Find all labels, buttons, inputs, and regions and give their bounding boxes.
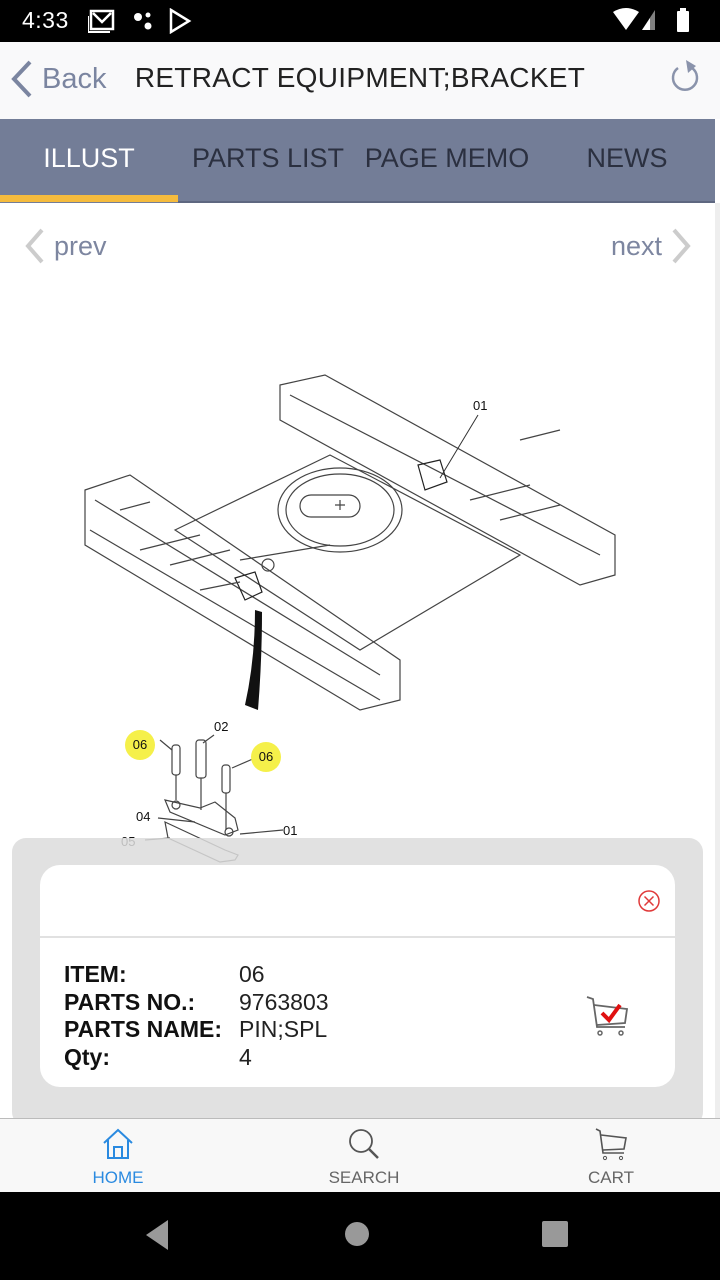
close-icon[interactable] — [637, 889, 661, 913]
chevron-right-icon — [672, 228, 691, 264]
status-bar: 4:33 — [0, 0, 720, 42]
callout-01[interactable]: 01 — [283, 823, 297, 838]
prev-label: prev — [54, 230, 107, 261]
callout-01[interactable]: 01 — [473, 398, 487, 413]
chevron-left-icon — [25, 228, 44, 264]
parts-illustration[interactable]: 01 02 04 05 06 06 01 — [0, 360, 720, 870]
scrollbar[interactable] — [715, 203, 720, 1118]
nav-search[interactable]: SEARCH — [294, 1127, 434, 1188]
system-nav-bar — [0, 1192, 720, 1280]
nav-search-label: SEARCH — [328, 1168, 400, 1187]
qty-label: Qty: — [64, 1043, 110, 1070]
page-title: RETRACT EQUIPMENT;BRACKET — [134, 62, 586, 93]
callout-04[interactable]: 04 — [136, 809, 150, 824]
detail-row-parts-no: PARTS NO.: 9763803 — [64, 989, 329, 1017]
detail-row-item: ITEM: 06 — [64, 961, 329, 989]
qty-value: 4 — [239, 1043, 252, 1070]
refresh-icon[interactable] — [668, 58, 702, 96]
nav-home-label: HOME — [92, 1168, 144, 1187]
tab-illust[interactable]: ILLUST — [0, 119, 178, 203]
battery-icon — [677, 8, 689, 32]
prev-button[interactable]: prev — [24, 228, 107, 264]
callout-02[interactable]: 02 — [214, 719, 228, 734]
status-time: 4:33 — [22, 7, 69, 33]
system-home-icon[interactable] — [343, 1220, 371, 1248]
tab-parts-list[interactable]: PARTS LIST — [178, 119, 358, 203]
parts-no-value: 9763803 — [239, 988, 329, 1015]
popup-header — [40, 865, 675, 938]
item-label: ITEM: — [64, 961, 127, 987]
add-to-cart-icon[interactable] — [585, 993, 631, 1037]
bottom-nav: HOME SEARCH CART — [0, 1118, 720, 1192]
cart-icon — [595, 1128, 627, 1161]
parts-name-label: PARTS NAME: — [64, 1016, 223, 1042]
home-icon — [103, 1128, 133, 1159]
tab-page-memo[interactable]: PAGE MEMO — [358, 119, 536, 203]
item-value: 06 — [239, 961, 265, 987]
nav-home[interactable]: HOME — [48, 1127, 188, 1188]
detail-row-parts-name: PARTS NAME: PIN;SPL — [64, 1016, 329, 1044]
system-recents-icon[interactable] — [540, 1219, 570, 1249]
callout-06-highlighted[interactable]: 06 — [251, 742, 281, 772]
next-button[interactable]: next — [611, 228, 692, 264]
app-bar: Back RETRACT EQUIPMENT;BRACKET — [0, 42, 720, 119]
parts-no-label: PARTS NO.: — [64, 988, 196, 1015]
gmail-icon — [88, 9, 115, 33]
search-icon — [349, 1129, 379, 1159]
part-details: ITEM: 06 PARTS NO.: 9763803 PARTS NAME: PIN… — [64, 961, 329, 1071]
part-info-popup: ITEM: 06 PARTS NO.: 9763803 PARTS NAME: PIN… — [40, 865, 675, 1087]
dots-icon — [134, 12, 152, 30]
nav-cart[interactable]: CART — [541, 1127, 681, 1188]
detail-row-qty: Qty: 4 — [64, 1044, 329, 1072]
wifi-icon — [613, 8, 639, 30]
tab-news[interactable]: NEWS — [536, 119, 718, 203]
detail-arrow — [245, 610, 262, 710]
tab-divider — [178, 201, 715, 203]
tab-bar: ILLUST PARTS LIST PAGE MEMO NEWS — [0, 119, 715, 203]
parts-name-value: PIN;SPL — [239, 1016, 328, 1042]
next-label: next — [610, 230, 662, 261]
tab-indicator — [0, 195, 178, 202]
system-back-icon[interactable] — [142, 1218, 172, 1252]
play-store-icon — [169, 8, 192, 34]
callout-06-highlighted[interactable]: 06 — [125, 730, 155, 760]
undercarriage-drawing — [84, 374, 616, 863]
nav-cart-label: CART — [588, 1168, 634, 1187]
signal-icon — [642, 10, 655, 30]
